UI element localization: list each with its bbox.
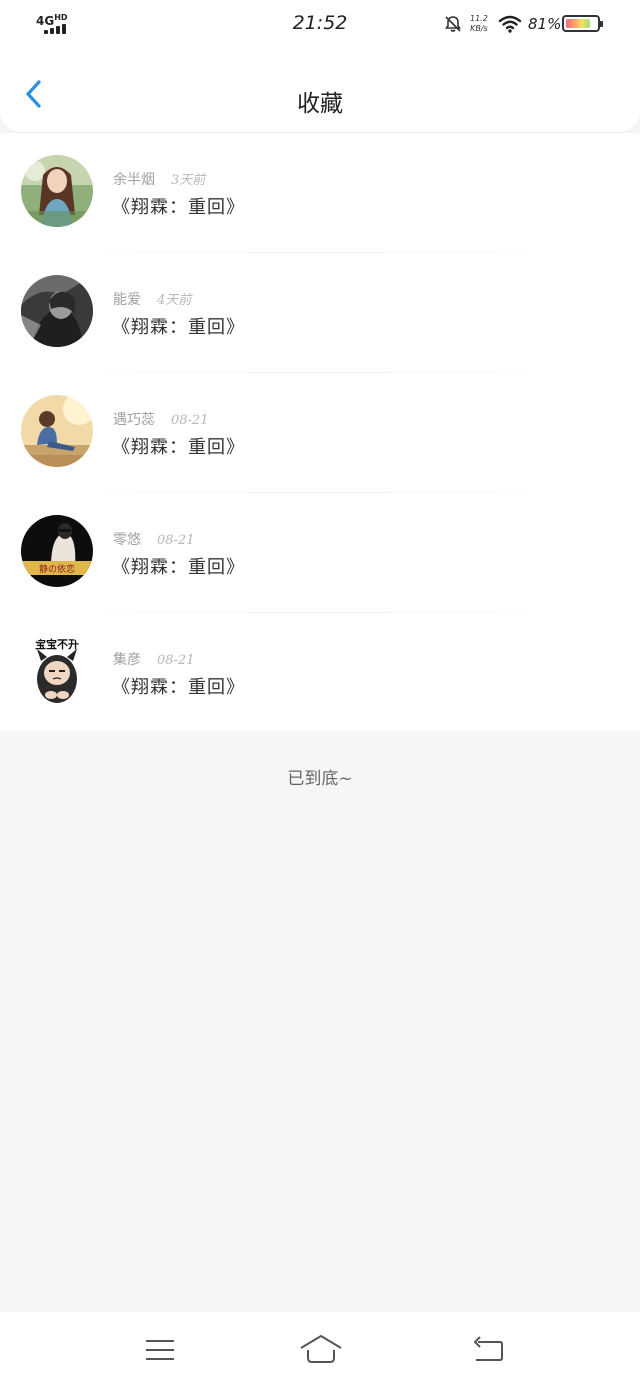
avatar[interactable] [21,275,93,347]
list-item[interactable]: 余半烟 3天前 《翔霖：重回》 [0,133,640,253]
page-title: 收藏 [297,91,343,117]
item-title[interactable]: 《翔霖：重回》 [112,673,245,699]
item-title[interactable]: 《翔霖：重回》 [112,193,245,219]
network-speed: 11.2 KB/s [470,14,488,34]
item-time: 08-21 [171,413,209,428]
battery-percent: 81% [528,15,562,33]
avatar[interactable]: 静の依恋 [21,515,93,587]
system-nav-bar [0,1312,640,1387]
item-title[interactable]: 《翔霖：重回》 [112,553,245,579]
author-name: 能爱 [113,292,141,308]
speed-value: 11.2 [470,14,488,23]
speed-unit: KB/s [470,24,488,33]
avatar[interactable]: 宝宝不开 [21,635,93,707]
item-title[interactable]: 《翔霖：重回》 [112,313,245,339]
list-item[interactable]: 宝宝不开 集彦 08-21 《翔霖：重回》 [0,613,640,733]
wifi-icon [498,15,522,33]
author-name: 集彦 [113,652,141,668]
author-name: 遇巧蕊 [113,412,155,428]
status-bar: 4GHD 21:52 11.2 KB/s 81% [0,0,640,50]
list-item[interactable]: 遇巧蕊 08-21 《翔霖：重回》 [0,373,640,493]
menu-icon[interactable] [140,1332,180,1368]
list-item[interactable]: 静の依恋 零悠 08-21 《翔霖：重回》 [0,493,640,613]
item-time: 3天前 [171,173,206,188]
header: 收藏 [0,50,640,132]
battery-icon [562,15,603,32]
home-icon[interactable] [298,1332,344,1368]
author-name: 零悠 [113,532,141,548]
battery-fill [566,19,591,28]
list-item[interactable]: 能爱 4天前 《翔霖：重回》 [0,253,640,373]
avatar-caption: 宝宝不开 [35,637,79,651]
mute-bell-icon [444,16,462,32]
end-of-list-text: 已到底~ [287,769,353,789]
item-time: 4天前 [157,293,192,308]
back-arrow-icon[interactable] [468,1332,508,1368]
item-title[interactable]: 《翔霖：重回》 [112,433,245,459]
avatar[interactable] [21,395,93,467]
author-name: 余半烟 [113,172,155,188]
avatar-caption: 静の依恋 [39,563,75,575]
avatar[interactable] [21,155,93,227]
favorites-list: 余半烟 3天前 《翔霖：重回》 能爱 4天前 《翔霖：重回》 遇巧蕊 08-21… [0,133,640,731]
item-time: 08-21 [157,533,195,548]
item-time: 08-21 [157,653,195,668]
